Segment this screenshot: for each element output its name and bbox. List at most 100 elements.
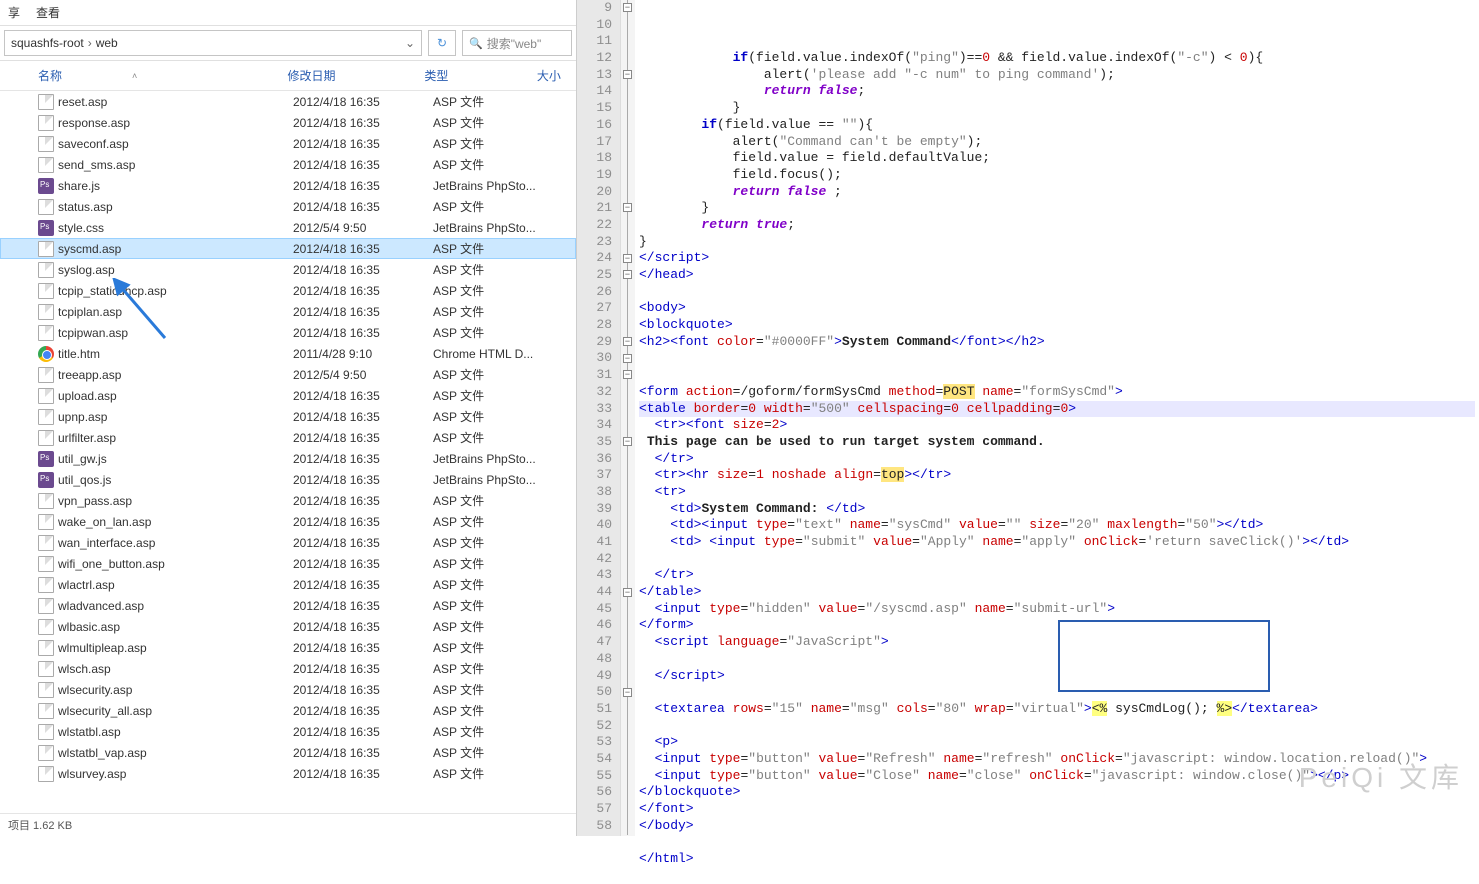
code-line[interactable]: </tr>: [639, 451, 1475, 468]
code-line[interactable]: <h2><font color="#0000FF">System Command…: [639, 334, 1475, 351]
code-line[interactable]: <input type="button" value="Refresh" nam…: [639, 751, 1475, 768]
file-row[interactable]: wlbasic.asp2012/4/18 16:35ASP 文件: [0, 616, 576, 637]
fold-toggle-icon[interactable]: −: [623, 688, 632, 697]
code-line[interactable]: if(field.value == ""){: [639, 117, 1475, 134]
code-line[interactable]: if(field.value.indexOf("ping")==0 && fie…: [639, 50, 1475, 67]
code-line[interactable]: return false ;: [639, 184, 1475, 201]
file-row[interactable]: wlmultipleap.asp2012/4/18 16:35ASP 文件: [0, 637, 576, 658]
file-row[interactable]: wlsecurity_all.asp2012/4/18 16:35ASP 文件: [0, 700, 576, 721]
file-row[interactable]: upload.asp2012/4/18 16:35ASP 文件: [0, 385, 576, 406]
code-line[interactable]: [639, 284, 1475, 301]
code-line[interactable]: </font>: [639, 801, 1475, 818]
code-line[interactable]: alert("Command can't be empty");: [639, 134, 1475, 151]
file-row[interactable]: util_gw.js2012/4/18 16:35JetBrains PhpSt…: [0, 448, 576, 469]
file-row[interactable]: wlsurvey.asp2012/4/18 16:35ASP 文件: [0, 763, 576, 784]
file-row[interactable]: tcpiplan.asp2012/4/18 16:35ASP 文件: [0, 301, 576, 322]
code-line[interactable]: <input type="button" value="Close" name=…: [639, 768, 1475, 785]
code-line[interactable]: <tr><hr size=1 noshade align=top></tr>: [639, 467, 1475, 484]
code-line[interactable]: field.focus();: [639, 167, 1475, 184]
file-row[interactable]: response.asp2012/4/18 16:35ASP 文件: [0, 112, 576, 133]
column-date[interactable]: 修改日期: [287, 67, 424, 84]
file-row[interactable]: wlactrl.asp2012/4/18 16:35ASP 文件: [0, 574, 576, 595]
refresh-button[interactable]: ↻: [428, 30, 456, 56]
fold-toggle-icon[interactable]: −: [623, 437, 632, 446]
code-line[interactable]: This page can be used to run target syst…: [639, 434, 1475, 451]
file-row[interactable]: wlstatbl_vap.asp2012/4/18 16:35ASP 文件: [0, 742, 576, 763]
code-line[interactable]: [639, 868, 1475, 884]
file-row[interactable]: tcpip_staticdhcp.asp2012/4/18 16:35ASP 文…: [0, 280, 576, 301]
fold-toggle-icon[interactable]: −: [623, 70, 632, 79]
code-line[interactable]: </html>: [639, 851, 1475, 868]
file-row[interactable]: syslog.asp2012/4/18 16:35ASP 文件: [0, 259, 576, 280]
file-row[interactable]: wlsecurity.asp2012/4/18 16:35ASP 文件: [0, 679, 576, 700]
fold-toggle-icon[interactable]: −: [623, 3, 632, 12]
file-row[interactable]: urlfilter.asp2012/4/18 16:35ASP 文件: [0, 427, 576, 448]
code-line[interactable]: }: [639, 234, 1475, 251]
column-type[interactable]: 类型: [424, 67, 536, 84]
code-line[interactable]: [639, 684, 1475, 701]
file-row[interactable]: util_qos.js2012/4/18 16:35JetBrains PhpS…: [0, 469, 576, 490]
fold-column[interactable]: −−−−−−−−−−−: [621, 0, 635, 836]
column-size[interactable]: 大小: [537, 67, 576, 84]
file-row[interactable]: syscmd.asp2012/4/18 16:35ASP 文件: [0, 238, 576, 259]
fold-toggle-icon[interactable]: −: [623, 270, 632, 279]
fold-toggle-icon[interactable]: −: [623, 254, 632, 263]
code-line[interactable]: </blockquote>: [639, 784, 1475, 801]
search-input[interactable]: 🔍 搜索"web": [462, 30, 572, 56]
fold-toggle-icon[interactable]: −: [623, 588, 632, 597]
code-line[interactable]: </body>: [639, 818, 1475, 835]
code-line[interactable]: return false;: [639, 83, 1475, 100]
code-line[interactable]: <p>: [639, 734, 1475, 751]
file-row[interactable]: wlstatbl.asp2012/4/18 16:35ASP 文件: [0, 721, 576, 742]
file-row[interactable]: tcpipwan.asp2012/4/18 16:35ASP 文件: [0, 322, 576, 343]
code-line[interactable]: }: [639, 200, 1475, 217]
file-row[interactable]: reset.asp2012/4/18 16:35ASP 文件: [0, 91, 576, 112]
file-row[interactable]: wlsch.asp2012/4/18 16:35ASP 文件: [0, 658, 576, 679]
breadcrumb-1[interactable]: squashfs-root: [11, 36, 84, 50]
code-line[interactable]: </tr>: [639, 567, 1475, 584]
code-line[interactable]: return true;: [639, 217, 1475, 234]
address-bar[interactable]: squashfs-root › web ⌄: [4, 30, 422, 56]
code-area[interactable]: if(field.value.indexOf("ping")==0 && fie…: [635, 0, 1479, 836]
code-line[interactable]: </form>: [639, 617, 1475, 634]
code-line[interactable]: [639, 367, 1475, 384]
fold-toggle-icon[interactable]: −: [623, 370, 632, 379]
code-line[interactable]: alert('please add "-c num" to ping comma…: [639, 67, 1475, 84]
code-line[interactable]: <input type="hidden" value="/syscmd.asp"…: [639, 601, 1475, 618]
file-row[interactable]: style.css2012/5/4 9:50JetBrains PhpSto..…: [0, 217, 576, 238]
code-line[interactable]: [639, 651, 1475, 668]
code-line[interactable]: <tr><font size=2>: [639, 417, 1475, 434]
chevron-down-icon[interactable]: ⌄: [405, 36, 415, 50]
file-row[interactable]: title.htm2011/4/28 9:10Chrome HTML D...: [0, 343, 576, 364]
code-line[interactable]: [639, 551, 1475, 568]
file-row[interactable]: upnp.asp2012/4/18 16:35ASP 文件: [0, 406, 576, 427]
code-line[interactable]: </head>: [639, 267, 1475, 284]
file-row[interactable]: send_sms.asp2012/4/18 16:35ASP 文件: [0, 154, 576, 175]
file-row[interactable]: wan_interface.asp2012/4/18 16:35ASP 文件: [0, 532, 576, 553]
file-row[interactable]: share.js2012/4/18 16:35JetBrains PhpSto.…: [0, 175, 576, 196]
file-row[interactable]: wake_on_lan.asp2012/4/18 16:35ASP 文件: [0, 511, 576, 532]
file-row[interactable]: wifi_one_button.asp2012/4/18 16:35ASP 文件: [0, 553, 576, 574]
code-line[interactable]: <table border=0 width="500" cellspacing=…: [639, 401, 1475, 418]
file-row[interactable]: wladvanced.asp2012/4/18 16:35ASP 文件: [0, 595, 576, 616]
code-line[interactable]: }: [639, 100, 1475, 117]
code-line[interactable]: </script>: [639, 250, 1475, 267]
code-line[interactable]: <textarea rows="15" name="msg" cols="80"…: [639, 701, 1475, 718]
file-row[interactable]: saveconf.asp2012/4/18 16:35ASP 文件: [0, 133, 576, 154]
code-line[interactable]: <td>System Command: </td>: [639, 501, 1475, 518]
code-line[interactable]: </table>: [639, 584, 1475, 601]
fold-toggle-icon[interactable]: −: [623, 337, 632, 346]
code-line[interactable]: [639, 834, 1475, 851]
code-line[interactable]: <tr>: [639, 484, 1475, 501]
code-line[interactable]: <body>: [639, 300, 1475, 317]
code-line[interactable]: <td><input type="text" name="sysCmd" val…: [639, 517, 1475, 534]
code-line[interactable]: field.value = field.defaultValue;: [639, 150, 1475, 167]
file-list[interactable]: reset.asp2012/4/18 16:35ASP 文件response.a…: [0, 91, 576, 813]
file-row[interactable]: vpn_pass.asp2012/4/18 16:35ASP 文件: [0, 490, 576, 511]
column-name[interactable]: 名称˄: [38, 67, 287, 84]
code-line[interactable]: </script>: [639, 668, 1475, 685]
code-line[interactable]: <blockquote>: [639, 317, 1475, 334]
code-line[interactable]: [639, 718, 1475, 735]
code-line[interactable]: [639, 350, 1475, 367]
breadcrumb-2[interactable]: web: [96, 36, 118, 50]
